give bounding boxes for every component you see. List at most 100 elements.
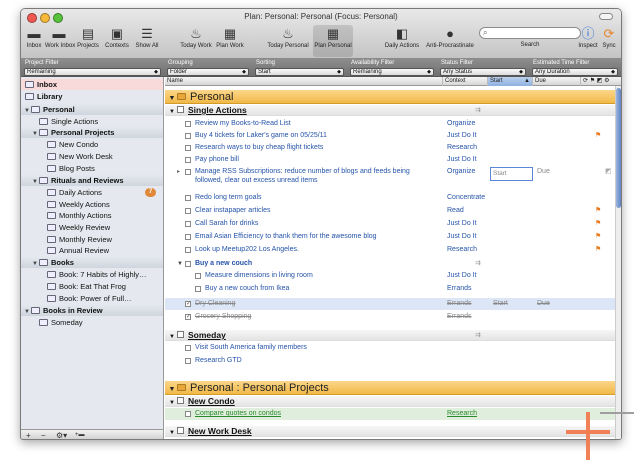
sidebar-folder-books[interactable]: ▼ Books bbox=[21, 257, 163, 268]
toolbar-show-all-button[interactable]: ☰ Show All bbox=[133, 25, 161, 57]
task-checkbox[interactable] bbox=[185, 411, 191, 417]
task-row[interactable]: Pay phone bill Just Do It bbox=[165, 154, 615, 166]
task-checkbox[interactable] bbox=[185, 345, 191, 351]
flag-icon[interactable]: ⚑ bbox=[595, 231, 601, 243]
task-checkbox-checked[interactable]: ✓ bbox=[185, 301, 191, 307]
sidebar-item-annual-review[interactable]: Annual Review bbox=[21, 245, 163, 256]
sidebar-item-book-eat-that-frog[interactable]: Book: Eat That Frog bbox=[21, 281, 163, 292]
sidebar-folder-personal[interactable]: ▼ Personal bbox=[21, 104, 163, 115]
sidebar-item-inbox[interactable]: Inbox bbox=[21, 79, 163, 90]
disclosure-down-icon[interactable]: ▼ bbox=[167, 92, 177, 106]
toolbar-today-work-button[interactable]: ♨ Today Work bbox=[179, 25, 213, 57]
start-date-field[interactable]: Start bbox=[490, 167, 533, 181]
task-row[interactable]: Review my Books-to-Read List Organize bbox=[165, 118, 615, 130]
task-row[interactable]: Buy 4 tickets for Laker's game on 05/25/… bbox=[165, 130, 615, 142]
disclosure-down-icon[interactable]: ▼ bbox=[167, 428, 177, 439]
flag-icon[interactable]: ⚑ bbox=[595, 244, 601, 256]
task-row-completed[interactable]: ✓ Dry Cleaning Errands Start Due bbox=[165, 298, 615, 310]
task-row[interactable]: Buy a new couch from Ikea Errands bbox=[165, 283, 615, 295]
sidebar-folder-rituals-and-reviews[interactable]: ▼ Rituals and Reviews bbox=[21, 175, 163, 186]
sidebar-folder-personal-projects[interactable]: ▼ Personal Projects bbox=[21, 127, 163, 138]
task-checkbox[interactable] bbox=[195, 273, 201, 279]
task-checkbox[interactable] bbox=[185, 157, 191, 163]
sidebar-item-new-work-desk[interactable]: New Work Desk bbox=[21, 151, 163, 162]
task-row[interactable]: Redo long term goals Concentrate bbox=[165, 192, 615, 204]
flag-icon[interactable]: ⚑ bbox=[595, 205, 601, 217]
disclosure-down-icon[interactable]: ▼ bbox=[167, 107, 177, 118]
project-row-someday[interactable]: ▼ Someday ⇉ bbox=[165, 330, 615, 341]
group-header-personal[interactable]: ▼ Personal bbox=[165, 90, 615, 104]
sidebar-item-weekly-review[interactable]: Weekly Review bbox=[21, 222, 163, 233]
toolbar-inbox-button[interactable]: ▬ Inbox bbox=[25, 25, 43, 57]
project-filter-select[interactable]: Remaining ◆ bbox=[24, 68, 161, 76]
estimated-time-select[interactable]: Any Duration ◆ bbox=[532, 68, 618, 76]
task-row[interactable]: Look up Meetup202 Los Angeles. Research ⚑ bbox=[165, 244, 615, 256]
start-column-header[interactable]: Start ▲ bbox=[487, 77, 532, 86]
task-checkbox[interactable] bbox=[185, 169, 191, 175]
task-checkbox[interactable] bbox=[195, 286, 201, 292]
project-row-single-actions[interactable]: ▼ Single Actions ⇉ bbox=[165, 105, 615, 116]
gear-icon[interactable]: ⚙▾ bbox=[56, 430, 67, 439]
task-checkbox[interactable] bbox=[185, 133, 191, 139]
vertical-scrollbar[interactable] bbox=[615, 86, 621, 439]
sidebar-item-single-actions[interactable]: Single Actions bbox=[21, 116, 163, 127]
project-checkbox[interactable] bbox=[177, 331, 184, 338]
task-row[interactable]: Call Sarah for drinks Just Do It ⚑ bbox=[165, 218, 615, 230]
task-checkbox[interactable] bbox=[185, 234, 191, 240]
project-row-new-condo[interactable]: ▼ New Condo bbox=[165, 396, 615, 407]
sidebar-item-book-power-of-full[interactable]: Book: Power of Full… bbox=[21, 293, 163, 304]
task-checkbox[interactable] bbox=[185, 208, 191, 214]
sidebar-item-library[interactable]: Library bbox=[21, 91, 163, 102]
task-checkbox[interactable] bbox=[185, 121, 191, 127]
task-checkbox-checked[interactable]: ✓ bbox=[185, 314, 191, 320]
project-checkbox[interactable] bbox=[177, 106, 184, 113]
task-row[interactable]: Visit South America family members bbox=[165, 342, 615, 354]
task-row[interactable]: Measure dimensions in living room Just Do… bbox=[165, 270, 615, 282]
add-icon[interactable]: + bbox=[26, 430, 31, 439]
project-checkbox[interactable] bbox=[177, 427, 184, 434]
sidebar-item-blog-posts[interactable]: Blog Posts bbox=[21, 163, 163, 174]
toolbar-projects-button[interactable]: ▤ Projects bbox=[75, 25, 101, 57]
disclosure-down-icon[interactable]: ▼ bbox=[167, 383, 177, 397]
disclosure-down-icon[interactable]: ▼ bbox=[177, 258, 183, 270]
task-row-rss[interactable]: ▸ Manage RSS Subscriptions: reduce numbe… bbox=[165, 166, 615, 190]
project-row-new-work-desk[interactable]: ▼ New Work Desk bbox=[165, 426, 615, 437]
remove-icon[interactable]: − bbox=[41, 430, 46, 439]
sidebar-item-monthly-review[interactable]: Monthly Review bbox=[21, 234, 163, 245]
status-select[interactable]: Any Status ◆ bbox=[440, 68, 526, 76]
toolbar-inspect-button[interactable]: ⓘ Inspect bbox=[577, 25, 599, 57]
task-checkbox[interactable] bbox=[185, 145, 191, 151]
toolbar-today-personal-button[interactable]: ♨ Today Personal bbox=[265, 25, 311, 57]
toolbar-contexts-button[interactable]: ▣ Contexts bbox=[103, 25, 131, 57]
sidebar-item-daily-actions[interactable]: Daily Actions 7 bbox=[21, 187, 163, 198]
task-row[interactable]: Research GTD bbox=[165, 355, 615, 367]
task-row-completed[interactable]: ✓ Grocery Shopping Errands bbox=[165, 311, 615, 323]
sidebar-item-weekly-actions[interactable]: Weekly Actions bbox=[21, 199, 163, 210]
sidebar-item-book-7-habits[interactable]: Book: 7 Habits of Highly… bbox=[21, 269, 163, 280]
toolbar-daily-actions-button[interactable]: ◧ Daily Actions bbox=[383, 25, 421, 57]
task-checkbox[interactable] bbox=[185, 221, 191, 227]
flag-icon[interactable]: ⚑ bbox=[595, 218, 601, 230]
context-column-header[interactable]: Context bbox=[442, 77, 487, 86]
add-folder-icon[interactable]: +▬ bbox=[75, 430, 85, 439]
task-row[interactable]: Compare quotes on condos Research bbox=[165, 408, 615, 420]
grouping-select[interactable]: Folder ◆ bbox=[167, 68, 249, 76]
task-checkbox[interactable] bbox=[185, 247, 191, 253]
sorting-select[interactable]: Start ◆ bbox=[255, 68, 344, 76]
name-column-header[interactable]: Name bbox=[165, 77, 442, 86]
toolbar-work-inbox-button[interactable]: ▬ Work Inbox bbox=[45, 25, 75, 57]
due-column-header[interactable]: Due bbox=[532, 77, 580, 86]
task-row[interactable]: Clear instapaper articles Read ⚑ bbox=[165, 205, 615, 217]
task-checkbox[interactable] bbox=[185, 195, 191, 201]
search-input[interactable]: ⌕ bbox=[479, 27, 581, 39]
sidebar-item-new-condo[interactable]: New Condo bbox=[21, 139, 163, 150]
status-columns-header[interactable]: ⟳ ⚑ ◩ ⚙ bbox=[580, 77, 615, 86]
flag-icon[interactable]: ⚑ bbox=[595, 130, 601, 142]
toolbar-plan-work-button[interactable]: ▦ Plan Work bbox=[215, 25, 245, 57]
project-checkbox[interactable] bbox=[177, 397, 184, 404]
scrollbar-thumb[interactable] bbox=[616, 88, 621, 208]
sidebar-folder-books-in-review[interactable]: ▼ Books in Review bbox=[21, 305, 163, 316]
toolbar-plan-personal-button[interactable]: ▦ Plan Personal bbox=[313, 25, 353, 57]
sidebar-item-monthly-actions[interactable]: Monthly Actions bbox=[21, 210, 163, 221]
task-checkbox[interactable] bbox=[185, 358, 191, 364]
